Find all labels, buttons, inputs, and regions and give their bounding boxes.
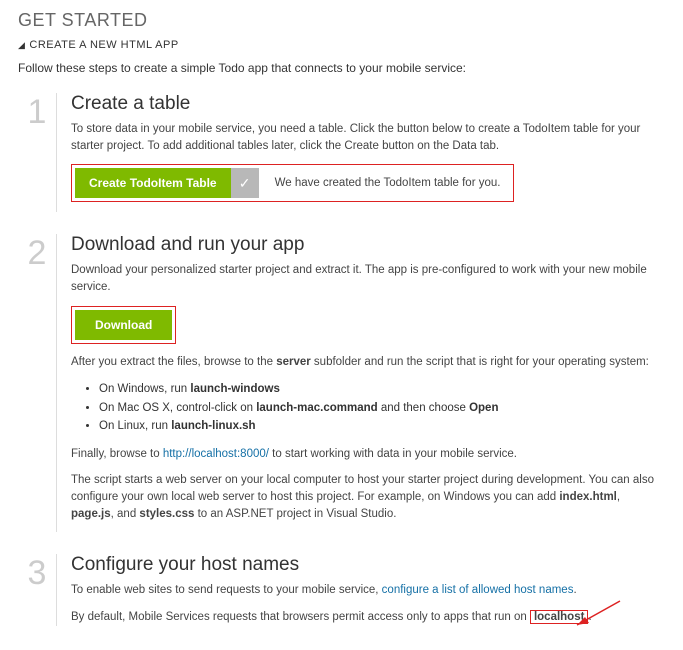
list-item: On Windows, run launch-windows [99, 380, 665, 398]
step-title: Create a table [71, 93, 665, 115]
page-subheader[interactable]: ◢ CREATE A NEW HTML APP [18, 39, 665, 51]
step-number: 3 [18, 554, 56, 625]
script-note: The script starts a web server on your l… [71, 472, 665, 522]
step-title: Download and run your app [71, 234, 665, 256]
step-description: To store data in your mobile service, yo… [71, 121, 665, 154]
list-item: On Linux, run launch-linux.sh [99, 417, 665, 435]
finally-note: Finally, browse to http://localhost:8000… [71, 446, 665, 463]
extract-note: After you extract the files, browse to t… [71, 354, 665, 371]
step-3: 3 Configure your host names To enable we… [18, 554, 665, 625]
list-item: On Mac OS X, control-click on launch-mac… [99, 399, 665, 417]
intro-text: Follow these steps to create a simple To… [18, 61, 665, 75]
step-1: 1 Create a table To store data in your m… [18, 93, 665, 212]
highlight-box: Create TodoItem Table ✓ We have created … [71, 164, 514, 202]
caret-icon: ◢ [18, 40, 25, 50]
step-number: 2 [18, 234, 56, 532]
step-title: Configure your host names [71, 554, 665, 576]
localhost-link[interactable]: http://localhost:8000/ [163, 448, 269, 460]
download-button[interactable]: Download [75, 310, 172, 340]
checkmark-icon: ✓ [231, 168, 259, 198]
highlight-box: Download [71, 306, 176, 344]
page-section-title: GET STARTED [18, 10, 665, 31]
arrow-icon [565, 599, 625, 629]
os-script-list: On Windows, run launch-windows On Mac OS… [71, 380, 665, 435]
configure-hosts-link[interactable]: configure a list of allowed host names [382, 584, 574, 596]
create-table-button[interactable]: Create TodoItem Table [75, 168, 231, 198]
step-2: 2 Download and run your app Download you… [18, 234, 665, 532]
step-description: Download your personalized starter proje… [71, 262, 665, 295]
status-text: We have created the TodoItem table for y… [275, 177, 501, 189]
subheader-text: CREATE A NEW HTML APP [29, 39, 178, 51]
step-number: 1 [18, 93, 56, 212]
step-description: To enable web sites to send requests to … [71, 582, 665, 599]
